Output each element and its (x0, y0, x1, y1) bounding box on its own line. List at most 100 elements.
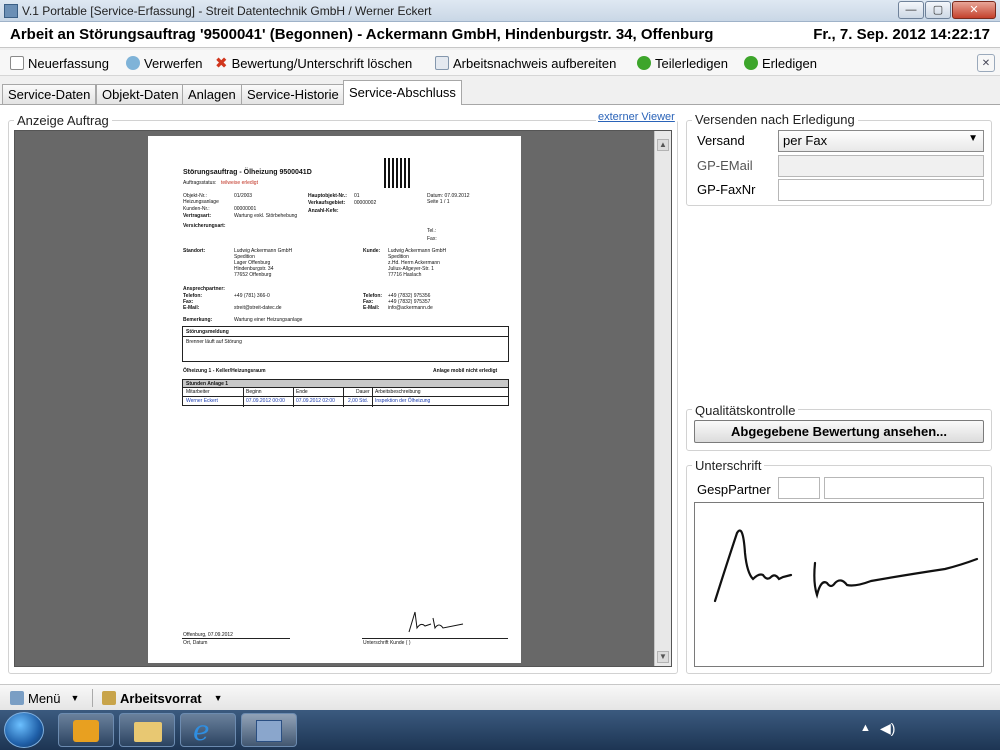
delete-x-icon: ✖ (215, 55, 228, 72)
doc-sales-area: 00000002 (354, 200, 377, 206)
v1-taskbar-icon[interactable] (241, 713, 297, 747)
volume-icon[interactable]: ◀) (880, 720, 895, 737)
doc-hours-cell: Werner Eckert (186, 398, 218, 404)
complete-button[interactable]: Erledigen (744, 54, 817, 72)
signature-stroke (713, 529, 979, 603)
dropdown-arrow-icon: ▼ (968, 133, 978, 144)
windows-taskbar: e ▲ ◀) (0, 710, 1000, 750)
statusbar: Menü ▼ Arbeitsvorrat ▼ (0, 684, 1000, 710)
doc-customer-label: Kunde: (363, 248, 381, 254)
discard-button[interactable]: Verwerfen (126, 54, 203, 72)
partial-complete-button[interactable]: Teilerledigen (637, 54, 728, 72)
scroll-up-icon[interactable]: ▲ (657, 139, 669, 151)
doc-email-label: E-Mail: (183, 305, 200, 311)
doc-page: Seite 1 / 1 (427, 199, 450, 205)
doc-hours-table: Stunden Anlage 1 Mitarbeiter Beginn Ende… (182, 379, 509, 407)
header-datetime: Fr., 7. Sep. 2012 14:22:17 (813, 26, 990, 43)
doc-fault-label: Störungsmeldung (186, 329, 229, 335)
doc-contract-label: Vertragsart: (183, 213, 212, 219)
start-button[interactable] (4, 712, 44, 748)
viewer-scrollbar[interactable]: ▲ ▼ (654, 131, 671, 666)
outlook-taskbar-icon[interactable] (58, 713, 114, 747)
dispatch-select[interactable]: per Fax ▼ (778, 130, 984, 152)
menu-dropdown-icon: ▼ (70, 693, 80, 703)
dispatch-label: Versand (697, 133, 745, 148)
ie-taskbar-icon[interactable]: e (180, 713, 236, 747)
window-titlebar: V.1 Portable [Service-Erfassung] - Strei… (0, 0, 1000, 22)
document-viewer[interactable]: Störungsauftrag - Ölheizung 9500041D Auf… (14, 130, 672, 667)
close-panel-button[interactable]: ✕ (977, 54, 995, 72)
new-document-icon (10, 56, 24, 70)
tab-objekt-daten[interactable]: Objekt-Daten (96, 84, 185, 105)
quality-group-label: Qualitätskontrolle (692, 403, 799, 418)
minimize-button[interactable]: — (898, 1, 924, 19)
doc-hours-col: Mitarbeiter (186, 389, 210, 395)
doc-hours-cell: 2,00 Std. (348, 398, 369, 404)
work-stock-dropdown-icon: ▼ (213, 693, 223, 703)
doc-signature-line (362, 638, 508, 639)
check-circle-icon (744, 56, 758, 70)
partner-short-field[interactable] (778, 477, 820, 499)
order-title: Arbeit an Störungsauftrag '9500041' (Beg… (10, 26, 714, 43)
explorer-taskbar-icon[interactable] (119, 713, 175, 747)
scroll-down-icon[interactable]: ▼ (657, 651, 669, 663)
doc-customer-no: 00000001 (234, 206, 257, 212)
doc-sales-area-label: Verkaufsgebiet: (308, 200, 346, 206)
send-group-label: Versenden nach Erledigung (692, 112, 858, 127)
doc-status-value: teilweise erledigt (221, 180, 258, 186)
doc-hours-cell: 07.09.2012 02:00 (296, 398, 335, 404)
doc-main-object: 01 (354, 193, 360, 199)
doc-system-status: Anlage mobil nicht erledigt (433, 368, 498, 374)
doc-phone: +49 (781) 366-0 (234, 293, 270, 299)
doc-hours-heading-row: Stunden Anlage 1 (183, 380, 508, 388)
doc-signature-thumb (408, 611, 464, 633)
doc-place-caption: Ort, Datum (183, 640, 208, 646)
external-viewer-link[interactable]: externer Viewer (596, 111, 677, 123)
work-stock-icon (102, 691, 116, 705)
close-button[interactable]: ✕ (952, 1, 996, 19)
tab-service-daten[interactable]: Service-Daten (2, 84, 97, 105)
tab-service-historie[interactable]: Service-Historie (241, 84, 345, 105)
doc-remark-label: Bemerkung: (183, 317, 213, 323)
email-field[interactable] (778, 155, 984, 177)
doc-system-line: Ölheizung 1 - Keller/Heizungsraum (183, 368, 266, 374)
work-stock-button[interactable]: Arbeitsvorrat ▼ (102, 689, 223, 707)
doc-object-name: Heizungsanlage (183, 199, 219, 205)
view-rating-button[interactable]: Abgegebene Bewertung ansehen... (694, 420, 984, 443)
delete-rating-button[interactable]: ✖ Bewertung/Unterschrift löschen (215, 54, 412, 72)
doc-insurance-label: Versicherungsart: (183, 223, 226, 229)
doc-tel-label: Tel.: (427, 228, 437, 234)
doc-status-label: Auftragsstatus: (183, 180, 217, 186)
tab-anlagen[interactable]: Anlagen (182, 84, 242, 105)
doc-hours-col: Ende (296, 389, 308, 395)
prepare-report-button[interactable]: Arbeitsnachweis aufbereiten (435, 54, 616, 72)
doc-cust-email-label: E-Mail: (363, 305, 380, 311)
doc-hours-col: Dauer (356, 389, 370, 395)
fax-label: GP-FaxNr (697, 182, 756, 197)
partner-label: GespPartner (697, 482, 771, 497)
fax-field[interactable] (778, 179, 984, 201)
doc-place-line (182, 638, 290, 639)
maximize-button[interactable]: ▢ (925, 1, 951, 19)
doc-hours-data-row: Werner Eckert 07.09.2012 00:00 07.09.201… (183, 397, 508, 406)
doc-location-line: 77652 Offenburg (234, 272, 272, 278)
doc-heading: Störungsauftrag - Ölheizung 9500041D (183, 169, 312, 176)
internet-explorer-icon: e (193, 714, 210, 747)
outlook-icon (73, 720, 99, 742)
doc-contract: Wartung exkl. Störbehebung (234, 213, 298, 219)
tray-arrow-icon[interactable]: ▲ (860, 722, 871, 734)
folder-icon (134, 722, 162, 742)
menu-button[interactable]: Menü ▼ (10, 689, 79, 707)
doc-customer-no-label: Kunden-Nr.: (183, 206, 210, 212)
doc-calls-label: Anzahl-Kefe: (308, 208, 339, 214)
signature-pad[interactable] (694, 502, 984, 667)
doc-hours-sep (372, 388, 373, 407)
report-icon (435, 56, 449, 70)
doc-hours-col: Arbeitsbeschreibung (375, 389, 421, 395)
tab-service-abschluss[interactable]: Service-Abschluss (343, 80, 462, 105)
barcode-icon (384, 158, 410, 188)
partner-name-field[interactable] (824, 477, 984, 499)
signature-group-label: Unterschrift (692, 458, 765, 473)
new-entry-button[interactable]: Neuerfassung (10, 54, 109, 72)
doc-customer-line: 77716 Haslach (388, 272, 422, 278)
